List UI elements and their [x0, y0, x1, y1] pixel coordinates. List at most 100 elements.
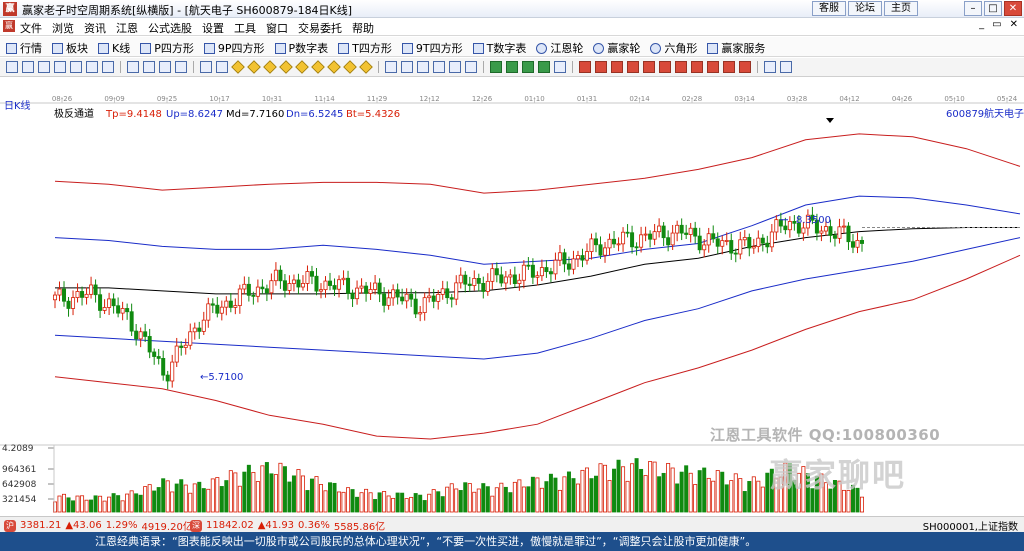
- candle-body[interactable]: [174, 345, 179, 363]
- func-sectors[interactable]: 板块: [52, 40, 88, 56]
- func-p-square[interactable]: P四方形: [140, 40, 194, 56]
- candle-body[interactable]: [237, 288, 242, 306]
- candle-body[interactable]: [765, 242, 770, 248]
- candle-body[interactable]: [589, 238, 594, 253]
- candle-body[interactable]: [594, 238, 599, 246]
- candle-body[interactable]: [300, 283, 305, 288]
- candle-body[interactable]: [774, 219, 779, 233]
- draw-tool-icon-3[interactable]: [54, 61, 66, 73]
- candle-body[interactable]: [503, 276, 508, 284]
- menu-file[interactable]: 文件: [20, 20, 42, 36]
- candle-body[interactable]: [720, 240, 725, 247]
- candle-body[interactable]: [742, 237, 747, 241]
- draw-tool-icon-6[interactable]: [102, 61, 114, 73]
- candle-body[interactable]: [508, 274, 513, 278]
- candle-body[interactable]: [129, 311, 134, 332]
- candle-body[interactable]: [111, 298, 116, 307]
- candle-body[interactable]: [400, 296, 405, 302]
- menu-gann[interactable]: 江恩: [116, 20, 138, 36]
- candle-body[interactable]: [481, 283, 486, 292]
- candle-body[interactable]: [373, 282, 378, 290]
- candle-body[interactable]: [548, 271, 553, 275]
- candle-body[interactable]: [192, 327, 197, 333]
- candle-body[interactable]: [287, 283, 292, 291]
- candle-body[interactable]: [657, 225, 662, 233]
- candle-body[interactable]: [684, 232, 689, 235]
- draw-tool-icon-16[interactable]: [279, 60, 293, 74]
- candle-body[interactable]: [404, 293, 409, 302]
- candle-body[interactable]: [260, 286, 265, 290]
- draw-tool-icon-36[interactable]: [627, 61, 639, 73]
- draw-tool-icon-14[interactable]: [247, 60, 261, 74]
- candle-body[interactable]: [183, 344, 188, 348]
- candle-body[interactable]: [107, 298, 112, 308]
- candle-body[interactable]: [512, 274, 517, 284]
- home-link[interactable]: 主页: [884, 1, 918, 16]
- draw-tool-icon-34[interactable]: [595, 61, 607, 73]
- candle-body[interactable]: [273, 269, 278, 282]
- draw-tool-icon-17[interactable]: [295, 60, 309, 74]
- candle-body[interactable]: [702, 244, 707, 251]
- draw-tool-icon-42[interactable]: [723, 61, 735, 73]
- candle-body[interactable]: [625, 231, 630, 234]
- mdi-close-icon[interactable]: ✕: [1010, 19, 1018, 30]
- draw-tool-icon-25[interactable]: [433, 61, 445, 73]
- candle-body[interactable]: [751, 246, 756, 249]
- candle-body[interactable]: [850, 241, 855, 248]
- candle-body[interactable]: [760, 237, 765, 244]
- candle-body[interactable]: [125, 308, 130, 313]
- draw-tool-icon-12[interactable]: [216, 61, 228, 73]
- candle-body[interactable]: [499, 274, 504, 284]
- candle-body[interactable]: [566, 263, 571, 270]
- draw-tool-icon-4[interactable]: [70, 61, 82, 73]
- candle-body[interactable]: [233, 305, 238, 308]
- menu-formula[interactable]: 公式选股: [148, 20, 192, 36]
- candle-body[interactable]: [296, 279, 301, 288]
- candle-body[interactable]: [138, 331, 143, 340]
- draw-tool-icon-26[interactable]: [449, 61, 461, 73]
- candle-body[interactable]: [449, 297, 454, 300]
- candle-body[interactable]: [147, 336, 152, 353]
- candle-body[interactable]: [476, 278, 481, 284]
- draw-tool-icon-22[interactable]: [385, 61, 397, 73]
- candle-body[interactable]: [706, 233, 711, 246]
- candle-body[interactable]: [341, 277, 346, 281]
- candle-body[interactable]: [305, 271, 310, 284]
- draw-tool-icon-41[interactable]: [707, 61, 719, 73]
- candle-body[interactable]: [535, 275, 540, 278]
- candle-body[interactable]: [93, 284, 98, 296]
- candle-body[interactable]: [116, 305, 121, 314]
- candle-body[interactable]: [846, 225, 851, 243]
- draw-tool-icon-28[interactable]: [490, 61, 502, 73]
- candle-body[interactable]: [630, 232, 635, 248]
- candle-body[interactable]: [188, 331, 193, 346]
- candle-body[interactable]: [747, 237, 752, 249]
- draw-tool-icon-9[interactable]: [159, 61, 171, 73]
- candle-body[interactable]: [413, 298, 418, 315]
- candle-body[interactable]: [490, 268, 495, 282]
- draw-tool-icon-30[interactable]: [522, 61, 534, 73]
- draw-tool-icon-24[interactable]: [417, 61, 429, 73]
- candle-body[interactable]: [621, 231, 626, 245]
- draw-tool-icon-40[interactable]: [691, 61, 703, 73]
- menu-tools[interactable]: 工具: [234, 20, 256, 36]
- func-winner-wheel[interactable]: 赢家轮: [593, 40, 640, 56]
- candle-body[interactable]: [530, 264, 535, 278]
- candle-body[interactable]: [386, 297, 391, 306]
- forum-link[interactable]: 论坛: [848, 1, 882, 16]
- draw-tool-icon-33[interactable]: [579, 61, 591, 73]
- candle-body[interactable]: [134, 330, 139, 340]
- func-p-table[interactable]: P数字表: [274, 40, 328, 56]
- candle-body[interactable]: [666, 237, 671, 246]
- candle-body[interactable]: [454, 282, 459, 300]
- candle-body[interactable]: [224, 300, 229, 308]
- draw-tool-icon-18[interactable]: [311, 60, 325, 74]
- candle-body[interactable]: [255, 286, 260, 297]
- candle-body[interactable]: [467, 283, 472, 286]
- menu-trade[interactable]: 交易委托: [298, 20, 342, 36]
- candle-body[interactable]: [359, 285, 364, 289]
- candle-body[interactable]: [440, 288, 445, 295]
- menu-window[interactable]: 窗口: [266, 20, 288, 36]
- candle-body[interactable]: [355, 287, 360, 300]
- draw-tool-icon-29[interactable]: [506, 61, 518, 73]
